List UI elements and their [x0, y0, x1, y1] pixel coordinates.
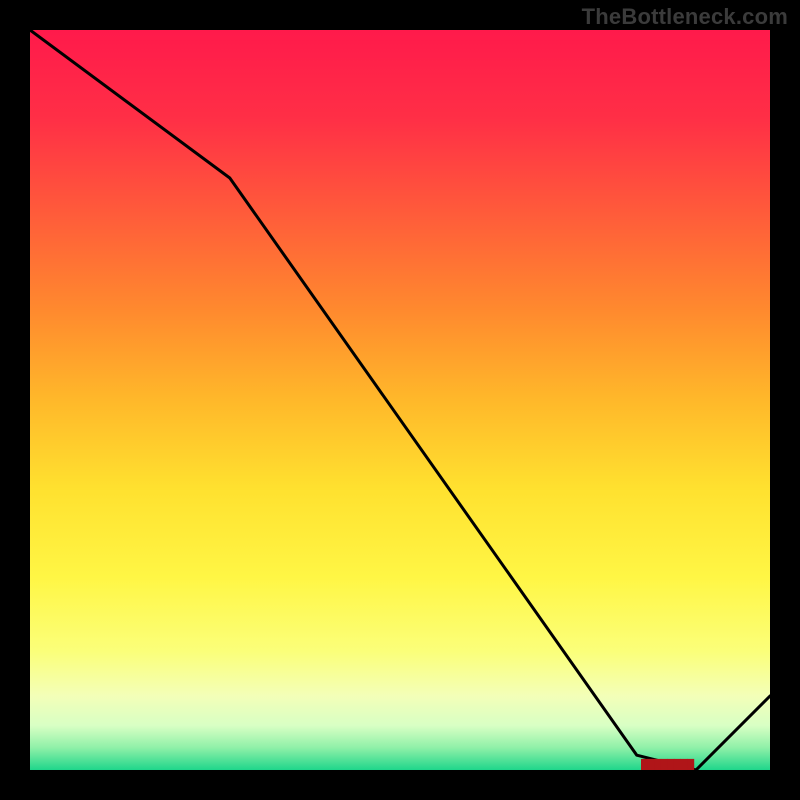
plot-area: ████████ [30, 30, 770, 770]
watermark-text: TheBottleneck.com [582, 4, 788, 30]
data-line [30, 30, 770, 770]
chart-frame: TheBottleneck.com ████████ [0, 0, 800, 800]
minimum-marker-label: ████████ [641, 760, 694, 770]
